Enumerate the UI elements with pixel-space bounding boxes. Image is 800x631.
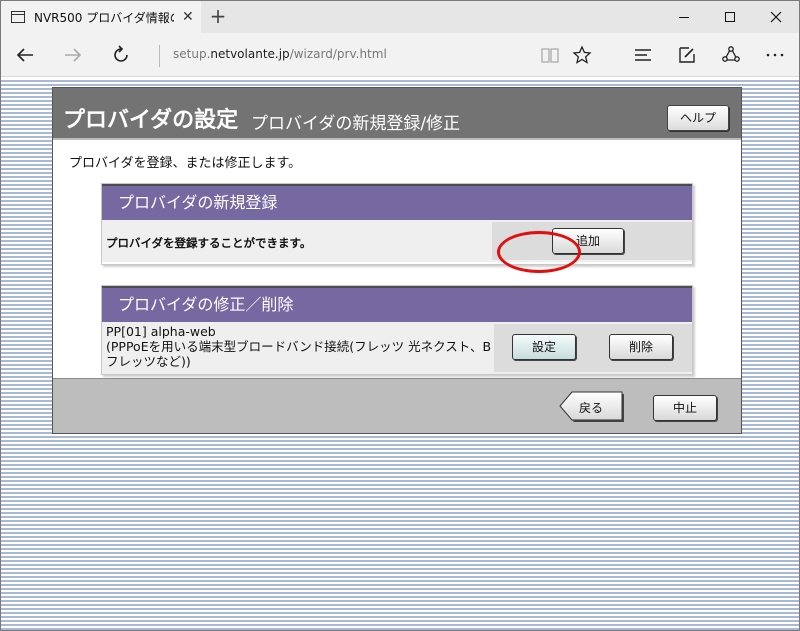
url-path: /wizard/prv.html <box>289 47 387 61</box>
new-registration-row: プロバイダを登録することができます。 追加 <box>102 220 692 262</box>
browser-titlebar: NVR500 プロバイダ情報の ✕ + <box>1 1 799 33</box>
new-registration-description: プロバイダを登録することができます。 <box>106 236 312 250</box>
address-bar[interactable]: setup.netvolante.jp/wizard/prv.html <box>173 47 387 61</box>
more-icon <box>766 53 784 57</box>
more-button[interactable] <box>759 39 791 71</box>
browser-tab[interactable]: NVR500 プロバイダ情報の ✕ <box>1 1 201 33</box>
back-button[interactable]: 戻る <box>559 391 625 423</box>
pen-icon <box>679 47 695 63</box>
highlight-ring <box>497 231 581 273</box>
provider-entry: PP[01] alpha-web (PPPoEを用いる端末型ブロードバンド接続(… <box>106 324 492 369</box>
url-prefix: setup. <box>173 47 211 61</box>
refresh-button[interactable] <box>105 39 137 71</box>
refresh-icon <box>114 45 128 62</box>
tab-close-icon[interactable]: ✕ <box>182 9 194 25</box>
tab-title: NVR500 プロバイダ情報の <box>34 10 174 25</box>
url-host: netvolante.jp <box>210 47 290 61</box>
help-button[interactable]: ヘルプ <box>667 105 729 131</box>
star-icon <box>572 45 592 64</box>
modify-section: プロバイダの修正／削除 PP[01] alpha-web (PPPoEを用いる端… <box>101 285 693 375</box>
setting-button[interactable]: 設定 <box>512 334 576 360</box>
close-icon <box>770 11 782 23</box>
share-icon <box>722 46 740 62</box>
arrow-left-icon <box>16 48 33 62</box>
table-row: PP[01] alpha-web (PPPoEを用いる端末型ブロードバンド接続(… <box>102 322 692 374</box>
page-background: プロバイダの設定 プロバイダの新規登録/修正 ヘルプ プロバイダを登録、または修… <box>1 78 799 630</box>
browser-navbar: setup.netvolante.jp/wizard/prv.html <box>1 33 799 77</box>
reading-view-button[interactable] <box>534 39 566 71</box>
intro-text: プロバイダを登録、または修正します。 <box>69 156 302 171</box>
back-nav-button[interactable] <box>9 39 41 71</box>
page-subtitle: プロバイダの新規登録/修正 <box>251 114 461 134</box>
hub-button[interactable] <box>627 39 659 71</box>
provider-entry-detail: (PPPoEを用いる端末型ブロードバンド接続(フレッツ 光ネクスト、Bフレッツな… <box>106 339 492 369</box>
maximize-icon <box>725 12 735 22</box>
modify-heading: プロバイダの修正／削除 <box>102 286 692 322</box>
panel-footer: 戻る 中止 <box>53 378 741 433</box>
address-separator <box>159 45 160 67</box>
forward-nav-button[interactable] <box>57 39 89 71</box>
share-button[interactable] <box>715 39 747 71</box>
arrow-right-icon <box>65 48 82 62</box>
web-note-button[interactable] <box>671 39 703 71</box>
page-icon <box>11 11 25 23</box>
entry-action-cell: 設定 削除 <box>494 324 692 372</box>
settings-panel: プロバイダの設定 プロバイダの新規登録/修正 ヘルプ プロバイダを登録、または修… <box>52 87 742 434</box>
delete-button[interactable]: 削除 <box>609 334 673 360</box>
favorite-button[interactable] <box>566 39 598 71</box>
close-window-button[interactable] <box>753 1 799 33</box>
new-registration-section: プロバイダの新規登録 プロバイダを登録することができます。 追加 <box>101 183 693 265</box>
minimize-button[interactable] <box>661 1 707 33</box>
maximize-button[interactable] <box>707 1 753 33</box>
hub-icon <box>635 49 651 61</box>
back-button-label: 戻る <box>579 401 604 415</box>
page-title: プロバイダの設定 <box>63 108 239 133</box>
minimize-icon <box>679 16 689 18</box>
cancel-button[interactable]: 中止 <box>653 395 717 421</box>
book-icon <box>541 48 559 63</box>
provider-entry-name: PP[01] alpha-web <box>106 324 216 339</box>
panel-header: プロバイダの設定 プロバイダの新規登録/修正 ヘルプ <box>53 88 741 140</box>
new-tab-icon[interactable]: + <box>207 5 229 27</box>
new-registration-heading: プロバイダの新規登録 <box>102 184 692 220</box>
